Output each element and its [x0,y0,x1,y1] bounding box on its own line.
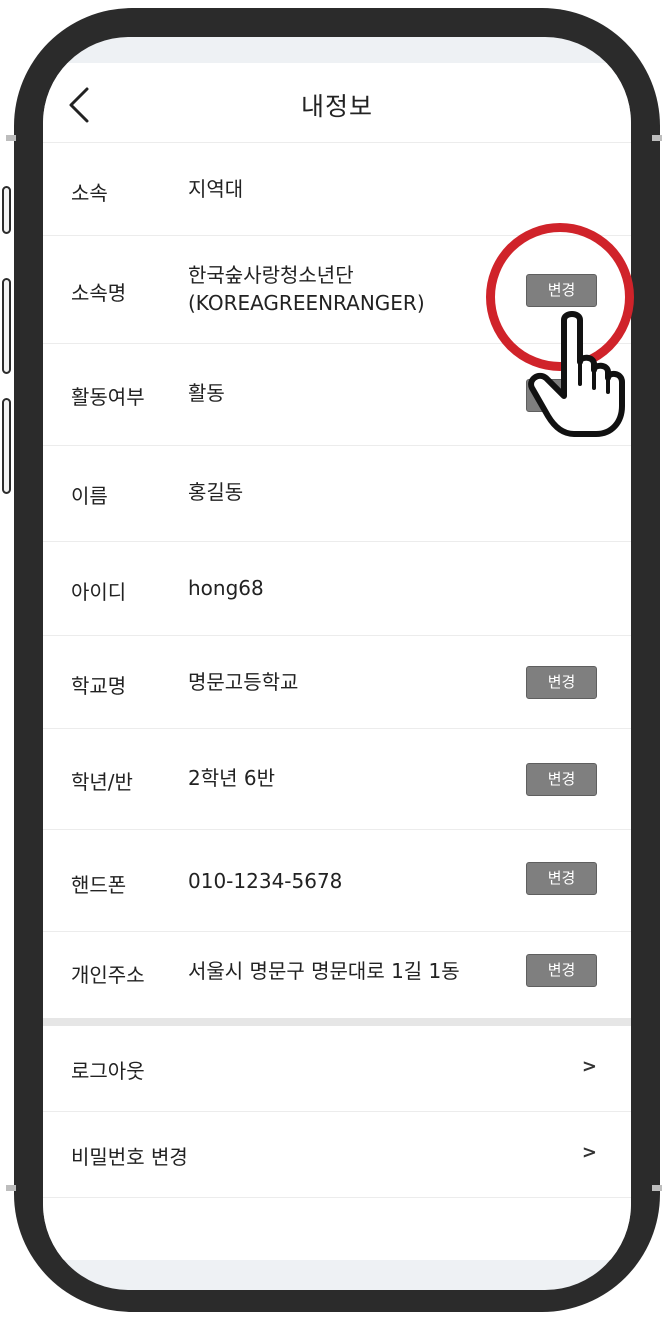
page-title: 내정보 [300,92,373,121]
row-value: 명문고등학교 [188,670,299,694]
change-activity-status-button[interactable]: 변경 [526,379,597,412]
frame-tick [652,135,662,141]
row-value: 010-1234-5678 [188,869,343,893]
info-row-affiliation-name: 소속명 한국숲사랑청소년단 (KOREAGREENRANGER) 변경 [43,236,631,344]
info-row-affiliation: 소속 지역대 [43,144,631,236]
app-content: 내정보 소속 지역대 소속명 한국숲사랑청소년단 (KOREAGREENRANG… [43,63,631,1260]
phone-volume-up-button [2,278,11,374]
row-label: 소속 [71,181,108,205]
row-value: hong68 [188,576,264,600]
phone-screen: 내정보 소속 지역대 소속명 한국숲사랑청소년단 (KOREAGREENRANG… [43,37,631,1290]
chevron-right-icon: > [581,1056,597,1077]
change-affiliation-name-button[interactable]: 변경 [526,274,597,307]
info-row-user-id: 아이디 hong68 [43,542,631,636]
menu-label: 로그아웃 [71,1059,145,1083]
row-value: 홍길동 [188,480,244,504]
page: 내정보 소속 지역대 소속명 한국숲사랑청소년단 (KOREAGREENRANG… [0,0,666,1317]
row-label: 개인주소 [71,963,145,987]
change-school-button[interactable]: 변경 [526,666,597,699]
frame-tick [6,135,16,141]
row-value: 서울시 명문구 명문대로 1길 1동 [188,959,460,983]
change-phone-button[interactable]: 변경 [526,862,597,895]
info-row-activity-status: 활동여부 활동 변경 [43,344,631,446]
row-label: 핸드폰 [71,873,127,897]
frame-tick [6,1185,16,1191]
change-grade-class-button[interactable]: 변경 [526,763,597,796]
info-row-name: 이름 홍길동 [43,446,631,542]
row-value: 2학년 6반 [188,766,276,790]
change-password-menu-item[interactable]: 비밀번호 변경 > [43,1112,631,1198]
row-label: 소속명 [71,281,127,305]
row-label: 활동여부 [71,385,145,409]
row-value: 활동 [188,381,225,405]
row-value: 한국숲사랑청소년단 (KOREAGREENRANGER) [188,263,425,315]
info-row-school: 학교명 명문고등학교 변경 [43,636,631,729]
info-row-grade-class: 학년/반 2학년 6반 변경 [43,729,631,830]
row-label: 이름 [71,484,108,508]
row-value: 지역대 [188,177,244,201]
row-label: 학년/반 [71,770,133,794]
top-bar: 내정보 [43,63,631,143]
row-label: 아이디 [71,580,127,604]
chevron-right-icon: > [581,1142,597,1163]
menu-label: 비밀번호 변경 [71,1145,188,1169]
logout-menu-item[interactable]: 로그아웃 > [43,1026,631,1112]
row-label: 학교명 [71,674,127,698]
section-divider [43,1018,631,1026]
phone-volume-down-button [2,398,11,494]
change-address-button[interactable]: 변경 [526,954,597,987]
phone-side-button [2,186,11,234]
frame-tick [652,1185,662,1191]
info-row-address: 개인주소 서울시 명문구 명문대로 1길 1동 변경 [43,932,631,1018]
info-row-phone: 핸드폰 010-1234-5678 변경 [43,830,631,932]
